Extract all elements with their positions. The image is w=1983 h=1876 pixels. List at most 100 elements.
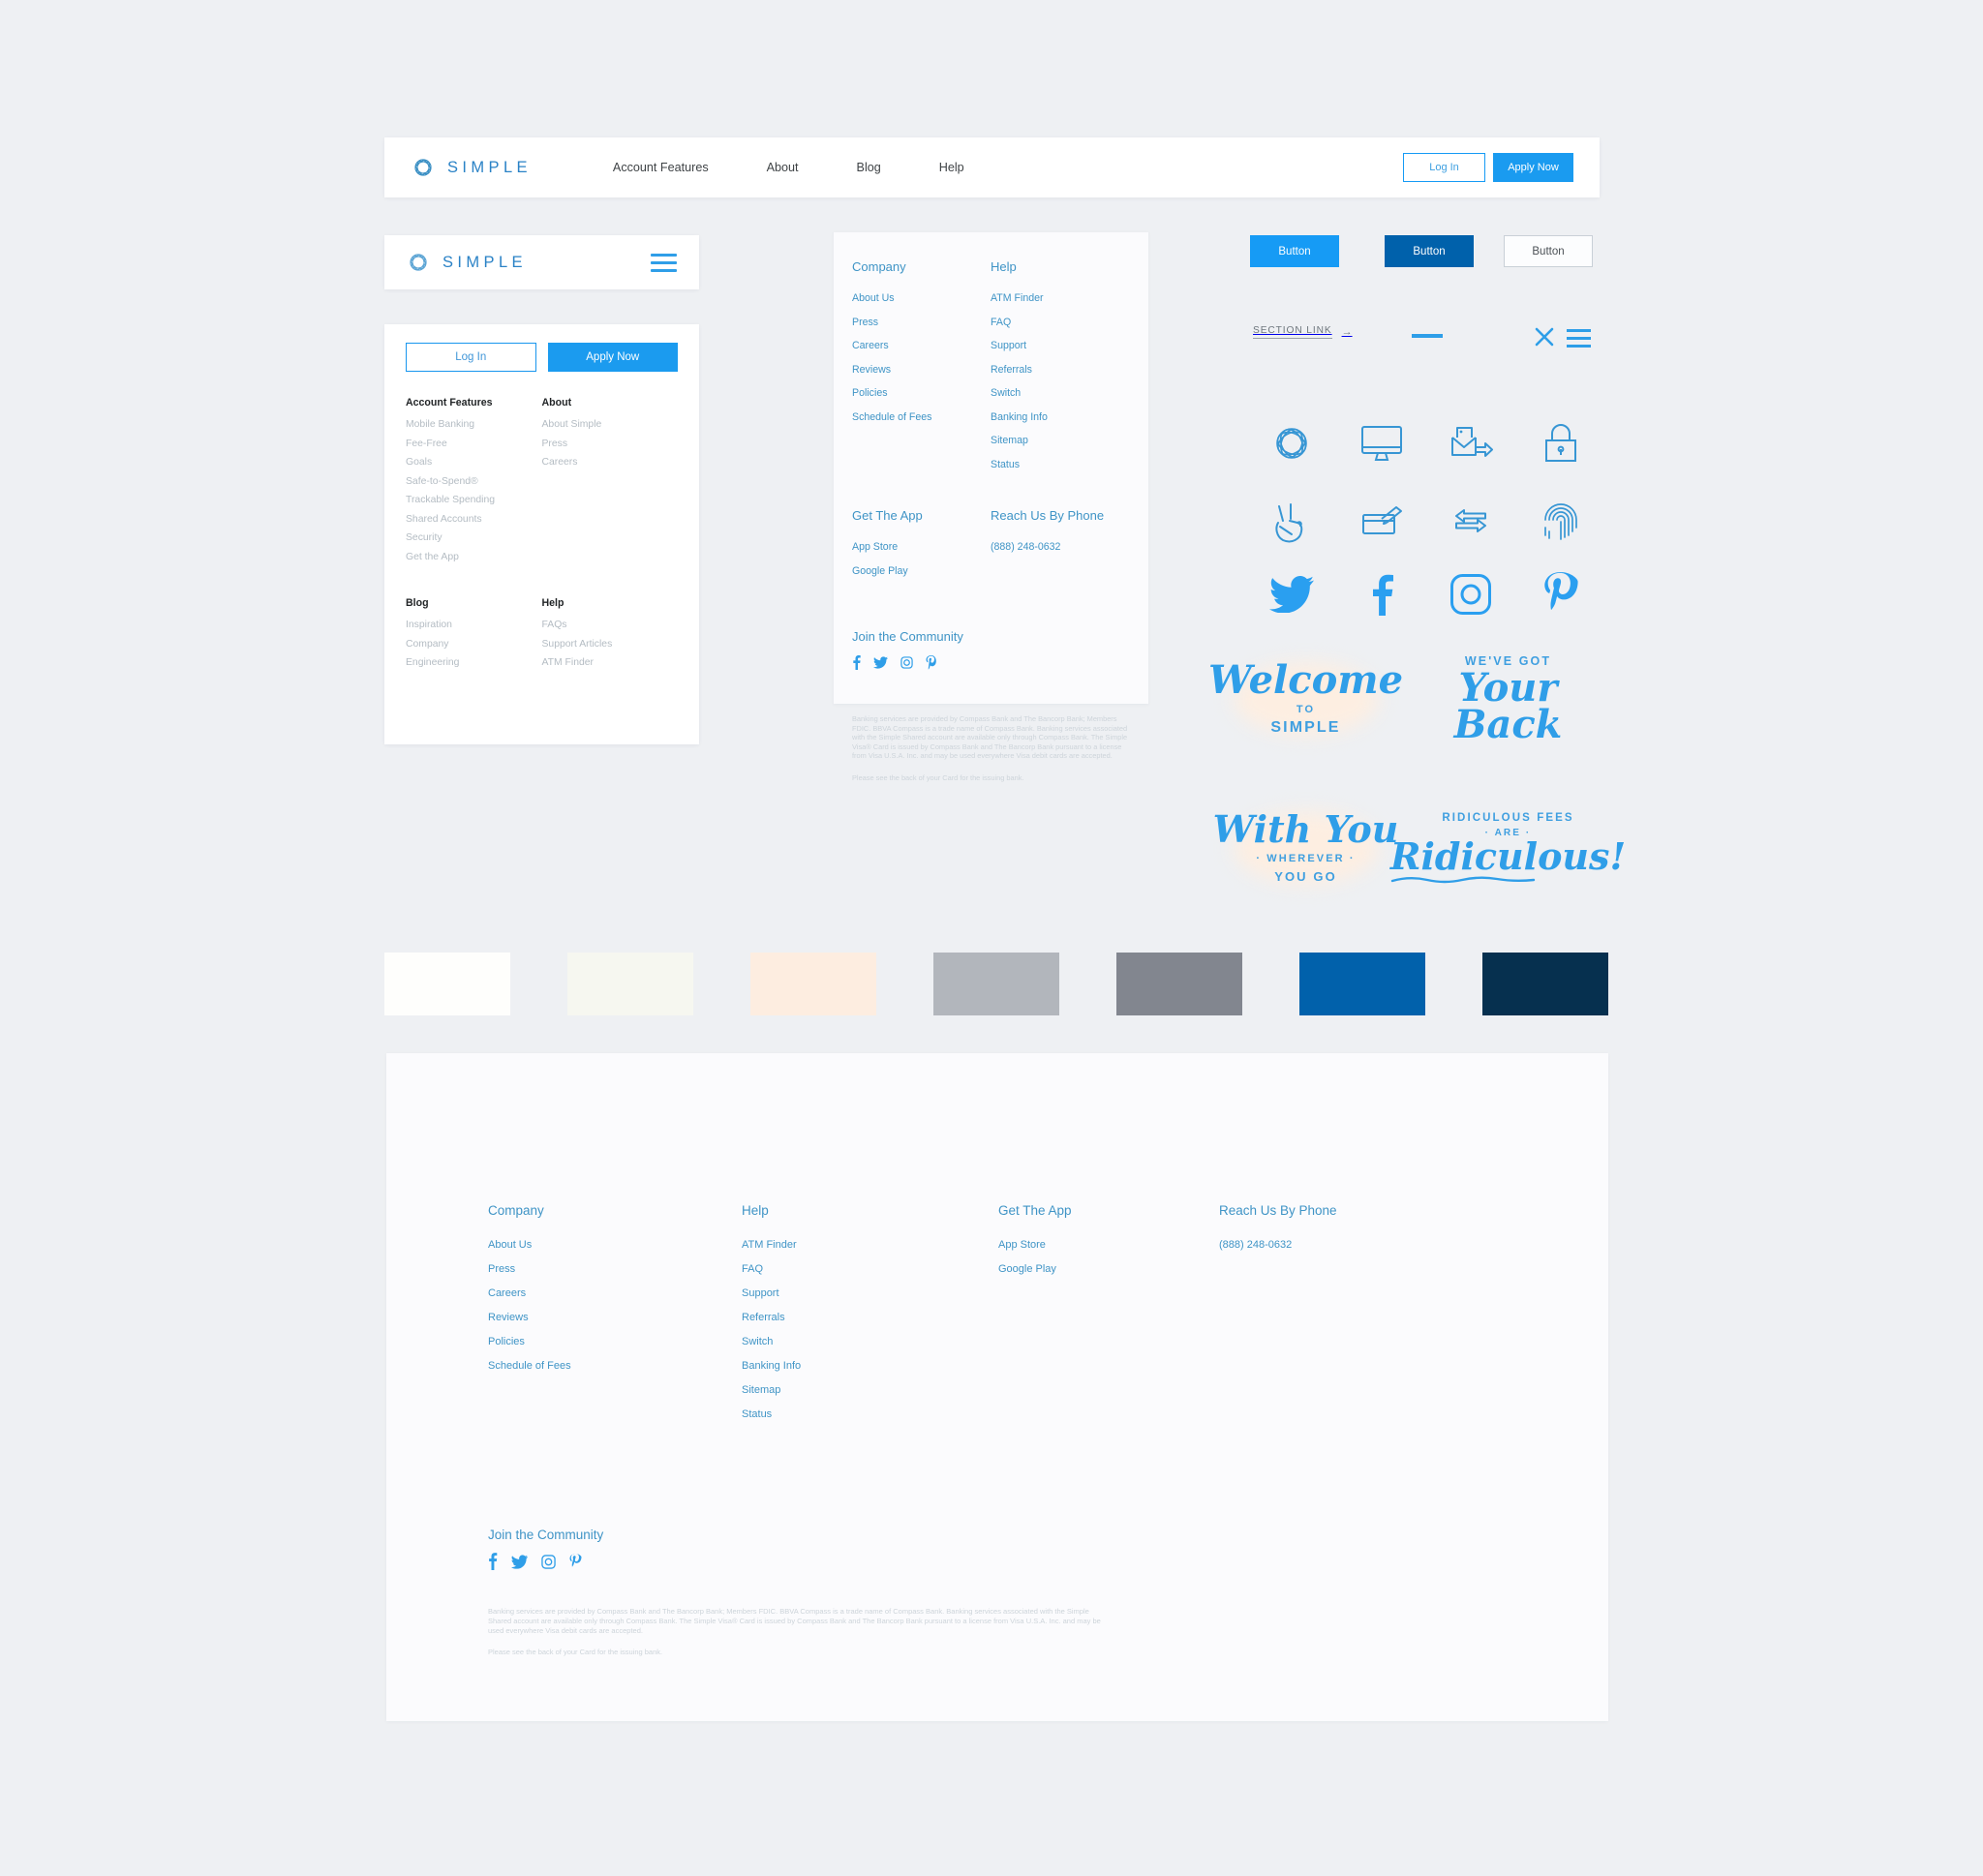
lettering-script: Welcome <box>1207 656 1404 703</box>
card-link-referrals[interactable]: Referrals <box>991 364 1136 376</box>
mobile-link-engineering[interactable]: Engineering <box>406 657 542 668</box>
footer-link-status[interactable]: Status <box>742 1408 998 1420</box>
footer-link-support[interactable]: Support <box>742 1287 998 1299</box>
card-link-policies[interactable]: Policies <box>852 387 991 399</box>
login-button[interactable]: Log In <box>1403 153 1485 182</box>
button-dark-sample[interactable]: Button <box>1385 235 1474 267</box>
footer-link-phone-number[interactable]: (888) 248-0632 <box>1219 1239 1471 1251</box>
footer-link-atm-finder[interactable]: ATM Finder <box>742 1239 998 1251</box>
lettering-sub-2: SIMPLE <box>1270 718 1341 736</box>
footer-link-faq[interactable]: FAQ <box>742 1263 998 1275</box>
mobile-link-about-simple[interactable]: About Simple <box>542 419 679 430</box>
nav-item-blog[interactable]: Blog <box>828 161 910 174</box>
mobile-link-trackable-spending[interactable]: Trackable Spending <box>406 495 542 505</box>
mobile-link-atm-finder[interactable]: ATM Finder <box>542 657 679 668</box>
apply-now-button[interactable]: Apply Now <box>1493 153 1573 182</box>
mobile-link-careers[interactable]: Careers <box>542 457 679 468</box>
mobile-login-button[interactable]: Log In <box>406 343 536 372</box>
mobile-link-fee-free[interactable]: Fee-Free <box>406 439 542 449</box>
icon-row-3-social <box>1247 560 1605 629</box>
lettering-row-2: With You · WHEREVER · YOU GO RIDICULOUS … <box>1205 800 1626 896</box>
lettering-sub-1: · WHEREVER · <box>1256 853 1356 865</box>
mobile-brand-logo[interactable]: SIMPLE <box>406 250 527 275</box>
twitter-icon[interactable] <box>873 655 888 669</box>
section-link-sample[interactable]: SECTION LINK → <box>1253 325 1353 339</box>
legal-paragraph-2: Please see the back of your Card for the… <box>488 1648 663 1657</box>
lettering-sub-2: YOU GO <box>1274 869 1337 885</box>
social-links <box>852 654 1148 670</box>
mobile-link-company[interactable]: Company <box>406 639 542 650</box>
footer-link-reviews[interactable]: Reviews <box>488 1312 742 1323</box>
mobile-link-get-the-app[interactable]: Get the App <box>406 552 542 562</box>
mobile-link-faqs[interactable]: FAQs <box>542 620 679 630</box>
column-heading: About <box>541 397 572 408</box>
facebook-icon[interactable] <box>852 654 861 670</box>
card-link-phone-number[interactable]: (888) 248-0632 <box>991 541 1136 553</box>
nav-item-account-features[interactable]: Account Features <box>584 161 738 174</box>
color-palette-swatches <box>384 953 1612 1015</box>
button-outline-sample[interactable]: Button <box>1504 235 1593 267</box>
footer-link-sitemap[interactable]: Sitemap <box>742 1384 998 1396</box>
card-link-schedule-of-fees[interactable]: Schedule of Fees <box>852 411 991 423</box>
swatch-white <box>384 953 510 1015</box>
brand-logo[interactable]: SIMPLE <box>411 155 532 180</box>
mobile-link-mobile-banking[interactable]: Mobile Banking <box>406 419 542 430</box>
instagram-icon[interactable] <box>541 1554 556 1569</box>
card-link-support[interactable]: Support <box>991 340 1136 351</box>
card-link-about-us[interactable]: About Us <box>852 292 991 304</box>
footer-link-about-us[interactable]: About Us <box>488 1239 742 1251</box>
hamburger-bar <box>1567 345 1591 348</box>
card-link-status[interactable]: Status <box>991 459 1136 470</box>
pinterest-icon[interactable] <box>926 654 937 670</box>
close-x-icon[interactable] <box>1534 326 1555 348</box>
card-link-google-play[interactable]: Google Play <box>852 565 991 577</box>
footer-link-careers[interactable]: Careers <box>488 1287 742 1299</box>
card-link-faq[interactable]: FAQ <box>991 317 1136 328</box>
icon-row-1 <box>1247 405 1605 482</box>
footer-link-schedule-of-fees[interactable]: Schedule of Fees <box>488 1360 742 1372</box>
mobile-link-inspiration[interactable]: Inspiration <box>406 620 542 630</box>
nav-item-help[interactable]: Help <box>910 161 993 174</box>
mobile-menu-column-blog: Blog Inspiration Company Engineering <box>406 597 542 677</box>
mobile-link-security[interactable]: Security <box>406 532 542 543</box>
card-link-sitemap[interactable]: Sitemap <box>991 435 1136 446</box>
footer-link-press[interactable]: Press <box>488 1263 742 1275</box>
card-link-reviews[interactable]: Reviews <box>852 364 991 376</box>
card-link-press[interactable]: Press <box>852 317 991 328</box>
facebook-icon[interactable] <box>488 1553 498 1570</box>
footer-link-app-store[interactable]: App Store <box>998 1239 1219 1251</box>
button-primary-sample[interactable]: Button <box>1250 235 1339 267</box>
footer-link-google-play[interactable]: Google Play <box>998 1263 1219 1275</box>
hamburger-icon[interactable] <box>651 253 677 272</box>
fingerprint-icon <box>1516 482 1606 560</box>
footer-link-switch[interactable]: Switch <box>742 1336 998 1347</box>
card-link-careers[interactable]: Careers <box>852 340 991 351</box>
mobile-link-support-articles[interactable]: Support Articles <box>542 639 679 650</box>
facebook-icon <box>1337 560 1427 629</box>
pinterest-icon[interactable] <box>569 1553 582 1570</box>
mobile-menu-row-2: Blog Inspiration Company Engineering Hel… <box>384 570 699 677</box>
desktop-footer: Company About Us Press Careers Reviews P… <box>386 1053 1608 1721</box>
section-link-label: SECTION LINK <box>1253 325 1332 339</box>
card-link-app-store[interactable]: App Store <box>852 541 991 553</box>
hamburger-icon[interactable] <box>1567 329 1591 348</box>
footer-link-policies[interactable]: Policies <box>488 1336 742 1347</box>
footer-link-banking-info[interactable]: Banking Info <box>742 1360 998 1372</box>
column-heading: Get The App <box>998 1203 1072 1218</box>
nav-item-about[interactable]: About <box>738 161 828 174</box>
footer-link-referrals[interactable]: Referrals <box>742 1312 998 1323</box>
mobile-link-goals[interactable]: Goals <box>406 457 542 468</box>
card-link-switch[interactable]: Switch <box>991 387 1136 399</box>
twitter-icon[interactable] <box>511 1554 528 1569</box>
mobile-link-safe-to-spend[interactable]: Safe-to-Spend® <box>406 476 542 487</box>
mobile-link-press[interactable]: Press <box>542 439 679 449</box>
instagram-icon[interactable] <box>900 655 913 669</box>
mobile-apply-now-button[interactable]: Apply Now <box>547 343 678 372</box>
mobile-menu-row-1: Account Features Mobile Banking Fee-Free… <box>384 372 699 570</box>
mobile-link-shared-accounts[interactable]: Shared Accounts <box>406 514 542 525</box>
twitter-icon <box>1247 560 1337 629</box>
card-link-banking-info[interactable]: Banking Info <box>991 411 1136 423</box>
card-link-atm-finder[interactable]: ATM Finder <box>991 292 1136 304</box>
footer-community: Join the Community <box>488 1528 603 1570</box>
footer-card-mobile: Company About Us Press Careers Reviews P… <box>834 232 1148 782</box>
